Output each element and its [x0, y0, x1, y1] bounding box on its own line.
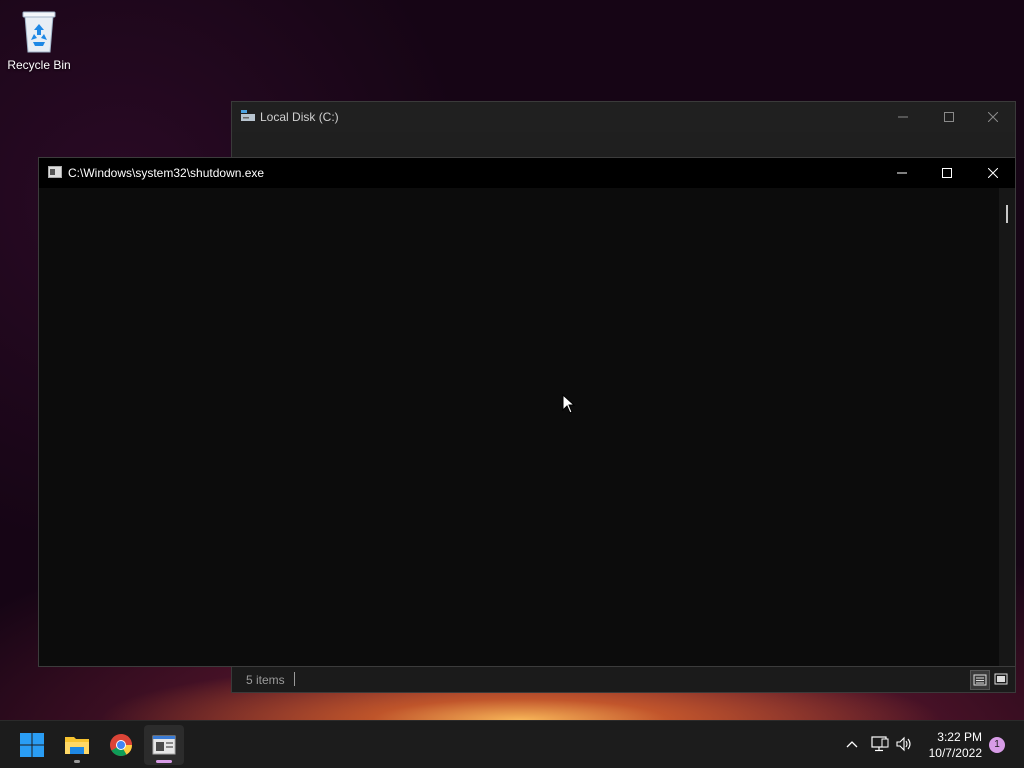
chrome-taskbar-button[interactable] — [101, 725, 141, 765]
console-app-icon — [152, 735, 176, 755]
clock-time: 3:22 PM — [937, 730, 982, 744]
windows-logo-icon — [20, 733, 44, 757]
scrollbar-thumb[interactable] — [1006, 205, 1008, 223]
notification-badge[interactable]: 1 — [989, 737, 1005, 753]
volume-icon[interactable] — [894, 734, 914, 754]
active-indicator — [156, 760, 172, 763]
taskbar: 3:22 PM 10/7/2022 1 — [0, 720, 1024, 768]
explorer-titlebar[interactable]: Local Disk (C:) — [232, 102, 1015, 132]
console-app-icon — [48, 166, 62, 178]
details-view-icon — [973, 674, 987, 686]
recycle-bin-shortcut[interactable]: Recycle Bin — [4, 6, 74, 72]
console-titlebar[interactable]: C:\Windows\system32\shutdown.exe — [39, 158, 1015, 188]
large-icons-view-button[interactable] — [992, 670, 1012, 690]
mouse-cursor-icon — [562, 393, 576, 414]
explorer-close-button[interactable] — [970, 102, 1016, 132]
network-icon[interactable] — [870, 734, 890, 754]
clock-date: 10/7/2022 — [928, 746, 982, 760]
item-count: 5 items — [246, 673, 285, 687]
folder-icon — [65, 737, 89, 754]
recycle-bin-icon — [15, 6, 63, 56]
explorer-title: Local Disk (C:) — [260, 110, 339, 124]
chrome-icon — [110, 734, 132, 756]
console-title: C:\Windows\system32\shutdown.exe — [68, 166, 265, 180]
console-close-button[interactable] — [970, 158, 1016, 188]
details-view-button[interactable] — [970, 670, 990, 690]
console-minimize-button[interactable] — [879, 158, 925, 188]
drive-icon — [241, 110, 255, 122]
show-hidden-icons-chevron-icon[interactable] — [842, 734, 862, 754]
explorer-maximize-button[interactable] — [926, 102, 972, 132]
running-indicator — [74, 760, 80, 763]
explorer-status-bar: 5 items — [232, 666, 1015, 692]
console-maximize-button[interactable] — [924, 158, 970, 188]
recycle-bin-label: Recycle Bin — [7, 58, 71, 72]
console-scrollbar[interactable] — [999, 188, 1015, 666]
start-button[interactable] — [12, 725, 52, 765]
file-explorer-taskbar-button[interactable] — [57, 725, 97, 765]
status-separator — [294, 672, 295, 686]
large-icons-view-icon — [994, 673, 1008, 685]
clock[interactable]: 3:22 PM 10/7/2022 — [929, 729, 982, 761]
explorer-command-bar — [232, 132, 1015, 160]
shutdown-console-taskbar-button[interactable] — [144, 725, 184, 765]
explorer-minimize-button[interactable] — [880, 102, 926, 132]
shutdown-console-window[interactable]: C:\Windows\system32\shutdown.exe — [38, 157, 1016, 667]
